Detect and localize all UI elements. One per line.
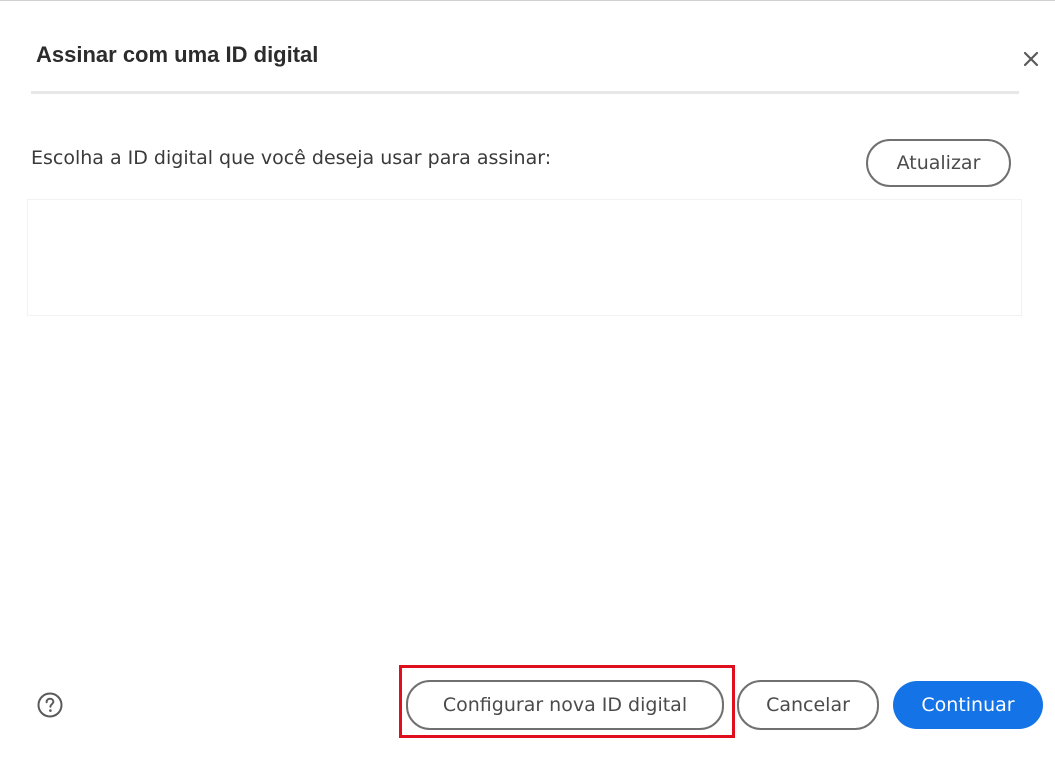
dialog-title: Assinar com uma ID digital: [36, 42, 319, 67]
close-button[interactable]: [1016, 43, 1046, 73]
continue-button[interactable]: Continuar: [893, 681, 1043, 729]
digital-id-list[interactable]: [27, 199, 1022, 316]
setup-new-digital-id-button[interactable]: Configurar nova ID digital: [406, 680, 724, 730]
help-button[interactable]: [36, 691, 64, 719]
refresh-button[interactable]: Atualizar: [866, 139, 1011, 187]
choose-id-prompt: Escolha a ID digital que você deseja usa…: [31, 147, 552, 169]
close-icon: [1023, 51, 1039, 67]
title-divider: [31, 91, 1019, 94]
help-circle-icon: [37, 692, 63, 718]
sign-with-digital-id-dialog: Assinar com uma ID digital Escolha a ID …: [0, 0, 1055, 758]
cancel-button[interactable]: Cancelar: [737, 680, 879, 730]
